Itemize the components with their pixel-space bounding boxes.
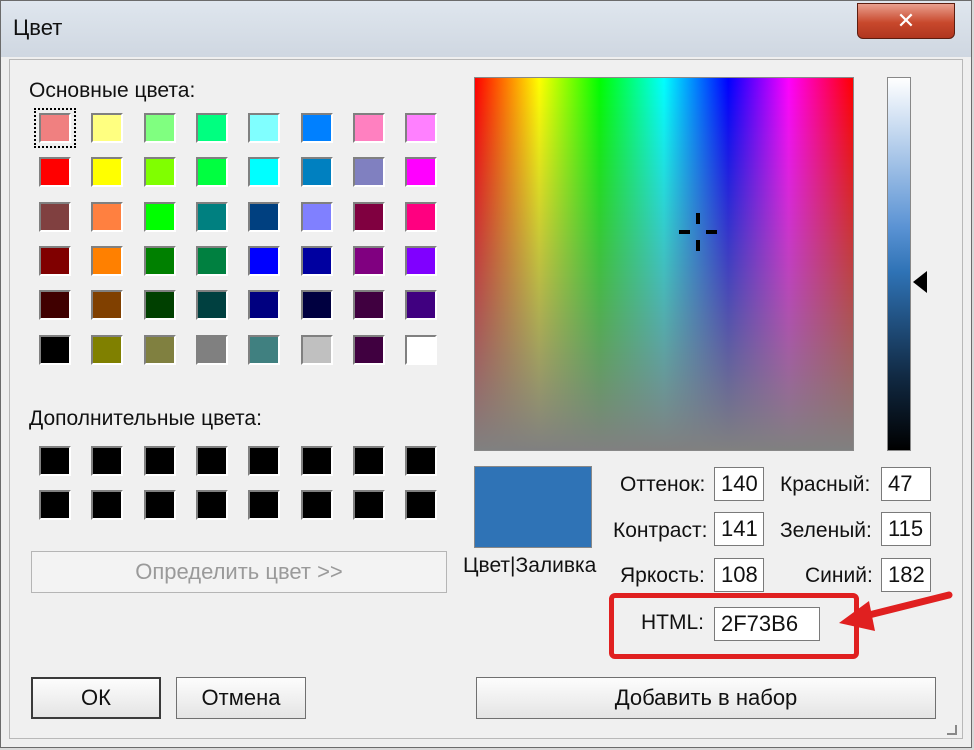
basic-color-swatch-45[interactable] [248,334,281,365]
basic-color-swatch-30[interactable] [300,245,333,276]
basic-color-swatch-23[interactable] [352,201,385,232]
custom-color-swatch-1[interactable] [39,446,71,476]
green-label: Зеленый: [780,519,872,542]
basic-color-swatch-35[interactable] [143,290,176,321]
custom-color-swatch-5[interactable] [248,446,281,476]
hue-input[interactable] [714,467,764,501]
basic-color-swatch-26[interactable] [91,245,124,276]
luminance-slider[interactable] [887,77,911,451]
window-title: Цвет [13,15,63,40]
basic-color-swatch-46[interactable] [300,334,333,365]
custom-color-swatch-15[interactable] [352,490,385,520]
basic-color-swatch-24[interactable] [405,201,438,232]
cancel-button[interactable]: Отмена [176,677,306,719]
basic-color-swatch-38[interactable] [300,290,333,321]
add-to-custom-colors-button[interactable]: Добавить в набор [476,677,936,719]
basic-color-swatch-44[interactable] [195,334,228,365]
basic-color-swatch-11[interactable] [143,157,176,188]
basic-color-swatch-20[interactable] [195,201,228,232]
color-dialog: Цвет ✕ Основные цвета: Дополнительные цв… [0,0,972,748]
close-icon: ✕ [896,8,916,33]
basic-color-swatch-37[interactable] [248,290,281,321]
basic-color-swatch-15[interactable] [352,157,385,188]
basic-color-swatch-9[interactable] [39,157,71,188]
custom-color-swatch-4[interactable] [195,446,228,476]
custom-color-swatch-13[interactable] [248,490,281,520]
red-input[interactable] [881,467,931,501]
basic-color-swatch-8[interactable] [405,113,438,143]
resize-grip-icon[interactable] [945,723,959,737]
basic-color-swatch-3[interactable] [143,113,176,143]
luminance-arrow-icon[interactable] [913,271,927,293]
custom-colors-label: Дополнительные цвета: [29,407,262,430]
basic-color-swatch-27[interactable] [143,245,176,276]
basic-color-swatch-16[interactable] [405,157,438,188]
basic-color-swatch-17[interactable] [39,201,71,232]
basic-color-swatch-2[interactable] [91,113,124,143]
saturation-input[interactable] [714,512,764,546]
basic-color-swatch-21[interactable] [248,201,281,232]
basic-color-swatch-7[interactable] [352,113,385,143]
close-button[interactable]: ✕ [857,3,955,39]
basic-color-swatch-14[interactable] [300,157,333,188]
red-label: Красный: [780,473,871,496]
hue-saturation-spectrum[interactable] [474,77,854,451]
basic-color-swatch-40[interactable] [405,290,438,321]
custom-color-swatch-12[interactable] [195,490,228,520]
basic-color-swatch-10[interactable] [91,157,124,188]
custom-color-swatch-6[interactable] [300,446,333,476]
basic-color-swatch-1[interactable] [34,108,76,148]
green-input[interactable] [881,512,931,546]
custom-color-swatch-16[interactable] [405,490,438,520]
custom-color-swatch-8[interactable] [405,446,438,476]
annotation-arrow-icon [839,591,953,631]
basic-color-swatch-43[interactable] [143,334,176,365]
custom-color-swatch-2[interactable] [91,446,124,476]
basic-color-swatch-42[interactable] [91,334,124,365]
basic-color-swatch-32[interactable] [405,245,438,276]
basic-color-swatch-29[interactable] [248,245,281,276]
crosshair-icon [679,213,717,251]
hue-label: Оттенок: [620,473,706,496]
basic-color-swatch-31[interactable] [352,245,385,276]
saturation-label: Контраст: [613,519,708,542]
basic-color-swatch-34[interactable] [91,290,124,321]
basic-color-swatch-48[interactable] [405,334,438,365]
basic-color-swatch-39[interactable] [352,290,385,321]
basic-color-swatch-5[interactable] [248,113,281,143]
basic-color-swatch-33[interactable] [39,290,71,321]
define-custom-color-button[interactable]: Определить цвет >> [31,551,447,593]
custom-color-swatch-14[interactable] [300,490,333,520]
basic-color-swatch-12[interactable] [195,157,228,188]
custom-color-swatch-9[interactable] [39,490,71,520]
basic-color-swatch-25[interactable] [39,245,71,276]
basic-color-swatch-4[interactable] [195,113,228,143]
basic-color-swatch-47[interactable] [352,334,385,365]
luminance-label: Яркость: [620,564,705,587]
basic-colors-label: Основные цвета: [29,79,196,102]
basic-color-swatch-41[interactable] [39,334,71,365]
preview-label: Цвет|Заливка [463,554,597,577]
basic-color-swatch-19[interactable] [143,201,176,232]
basic-color-swatch-6[interactable] [300,113,333,143]
color-preview [474,466,592,548]
basic-color-swatch-28[interactable] [195,245,228,276]
ok-button[interactable]: ОК [31,677,161,719]
title-bar[interactable]: Цвет ✕ [1,1,971,57]
custom-color-swatch-7[interactable] [352,446,385,476]
custom-color-swatch-10[interactable] [91,490,124,520]
basic-color-swatch-18[interactable] [91,201,124,232]
custom-color-swatch-3[interactable] [143,446,176,476]
basic-color-swatch-22[interactable] [300,201,333,232]
basic-color-swatch-36[interactable] [195,290,228,321]
custom-color-swatch-11[interactable] [143,490,176,520]
luminance-input[interactable] [714,558,764,592]
basic-color-swatch-13[interactable] [248,157,281,188]
